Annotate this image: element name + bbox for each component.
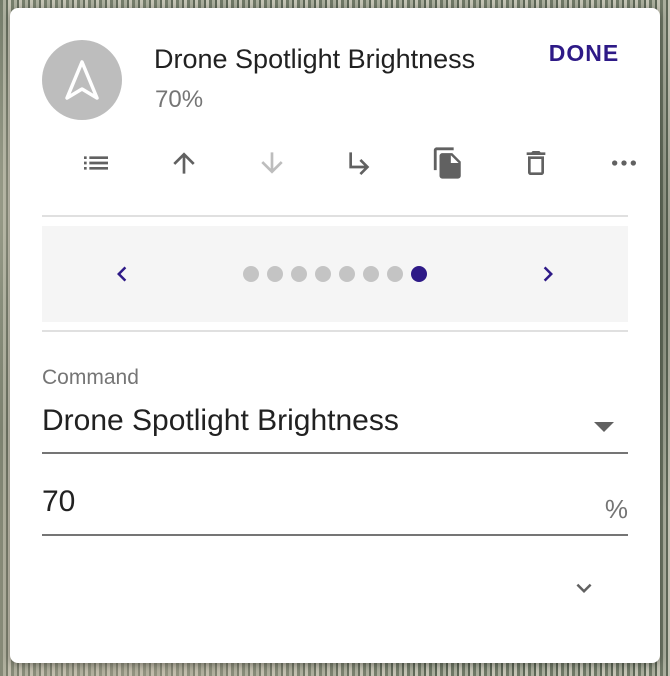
value-input[interactable] [42, 478, 562, 526]
previous-item-button[interactable] [102, 254, 142, 294]
expand-button[interactable] [564, 568, 604, 608]
list-icon [84, 156, 108, 170]
page-dot [339, 266, 355, 282]
page-dot [243, 266, 259, 282]
duplicate-button[interactable] [426, 141, 470, 185]
copy-icon [433, 147, 461, 179]
chevron-down-icon [576, 583, 592, 593]
navigation-arrow-icon [65, 60, 99, 100]
arrow-down-icon [261, 152, 283, 174]
page-dot [291, 266, 307, 282]
more-options-button[interactable] [602, 141, 646, 185]
command-select[interactable]: Drone Spotlight Brightness [42, 398, 628, 454]
page-dot [267, 266, 283, 282]
chevron-left-icon [117, 266, 127, 282]
avatar [42, 40, 122, 120]
divider [42, 330, 628, 332]
move-up-button[interactable] [162, 141, 206, 185]
delete-icon [526, 151, 546, 175]
page-title: Drone Spotlight Brightness [154, 44, 476, 74]
page-dot [411, 266, 427, 282]
mission-item-editor-card: Drone Spotlight Brightness 70% DONE Comm… [10, 8, 660, 663]
next-item-button[interactable] [528, 254, 568, 294]
divider [42, 215, 628, 217]
subdirectory-arrow-right-icon [349, 152, 370, 175]
indent-button[interactable] [338, 141, 382, 185]
page-dot [315, 266, 331, 282]
move-down-button[interactable] [250, 141, 294, 185]
page-dot [363, 266, 379, 282]
toolbar [42, 141, 642, 187]
list-button[interactable] [74, 141, 118, 185]
unit-label: % [604, 494, 628, 524]
chevron-right-icon [543, 266, 553, 282]
command-label: Command [42, 366, 139, 389]
value-field: % [42, 474, 628, 536]
done-button[interactable]: DONE [536, 36, 632, 70]
more-horizontal-icon [612, 160, 636, 166]
dropdown-arrow-icon [594, 422, 614, 432]
page-indicator [243, 266, 427, 282]
page-dot [387, 266, 403, 282]
page-subtitle: 70% [155, 86, 204, 113]
arrow-up-icon [173, 152, 195, 174]
delete-button[interactable] [514, 141, 558, 185]
command-select-value: Drone Spotlight Brightness [42, 404, 399, 437]
mission-item-pager [42, 226, 628, 322]
